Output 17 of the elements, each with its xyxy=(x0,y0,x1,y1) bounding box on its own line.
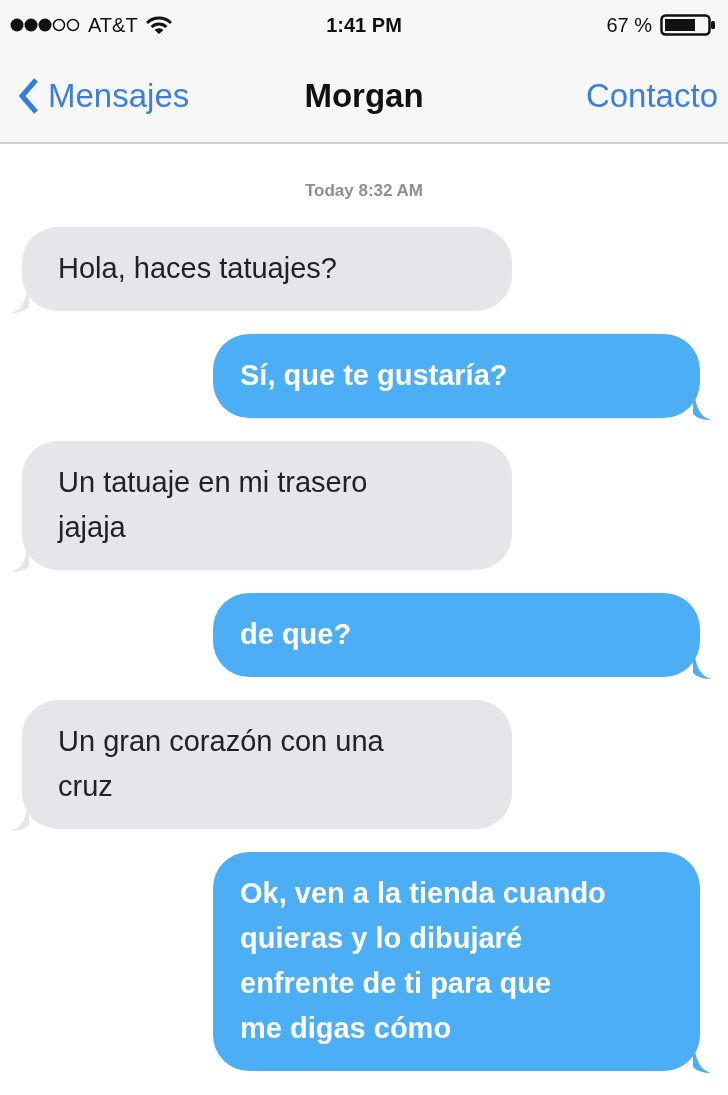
message-bubble: Hola, haces tatuajes? xyxy=(22,227,512,311)
message-bubble: de que? xyxy=(213,593,700,677)
contact-name: Morgan xyxy=(304,77,424,115)
message-bubble: Un tatuaje en mi trasero jajaja xyxy=(22,441,512,570)
message-timestamp: Today 8:32 AM xyxy=(303,180,425,202)
wifi-icon xyxy=(145,15,172,35)
message-bubble: Un gran corazón con una cruz xyxy=(22,700,512,829)
battery-icon xyxy=(660,14,716,36)
contact-link[interactable]: Contacto xyxy=(585,77,718,115)
chevron-left-icon xyxy=(18,77,40,115)
signal-icon xyxy=(10,17,80,33)
message-bubble: Sí, que te gustaría? xyxy=(213,334,700,418)
battery-percent: 67 % xyxy=(606,13,652,37)
message-bubble: Ok, ven a la tienda cuando quieras y lo dibujaré enfrente de ti para que me digas cómo xyxy=(213,852,700,1071)
carrier-name: AT&T xyxy=(88,13,138,37)
back-link[interactable]: Mensajes xyxy=(18,77,190,115)
clock-time: 1:41 PM xyxy=(326,13,402,37)
